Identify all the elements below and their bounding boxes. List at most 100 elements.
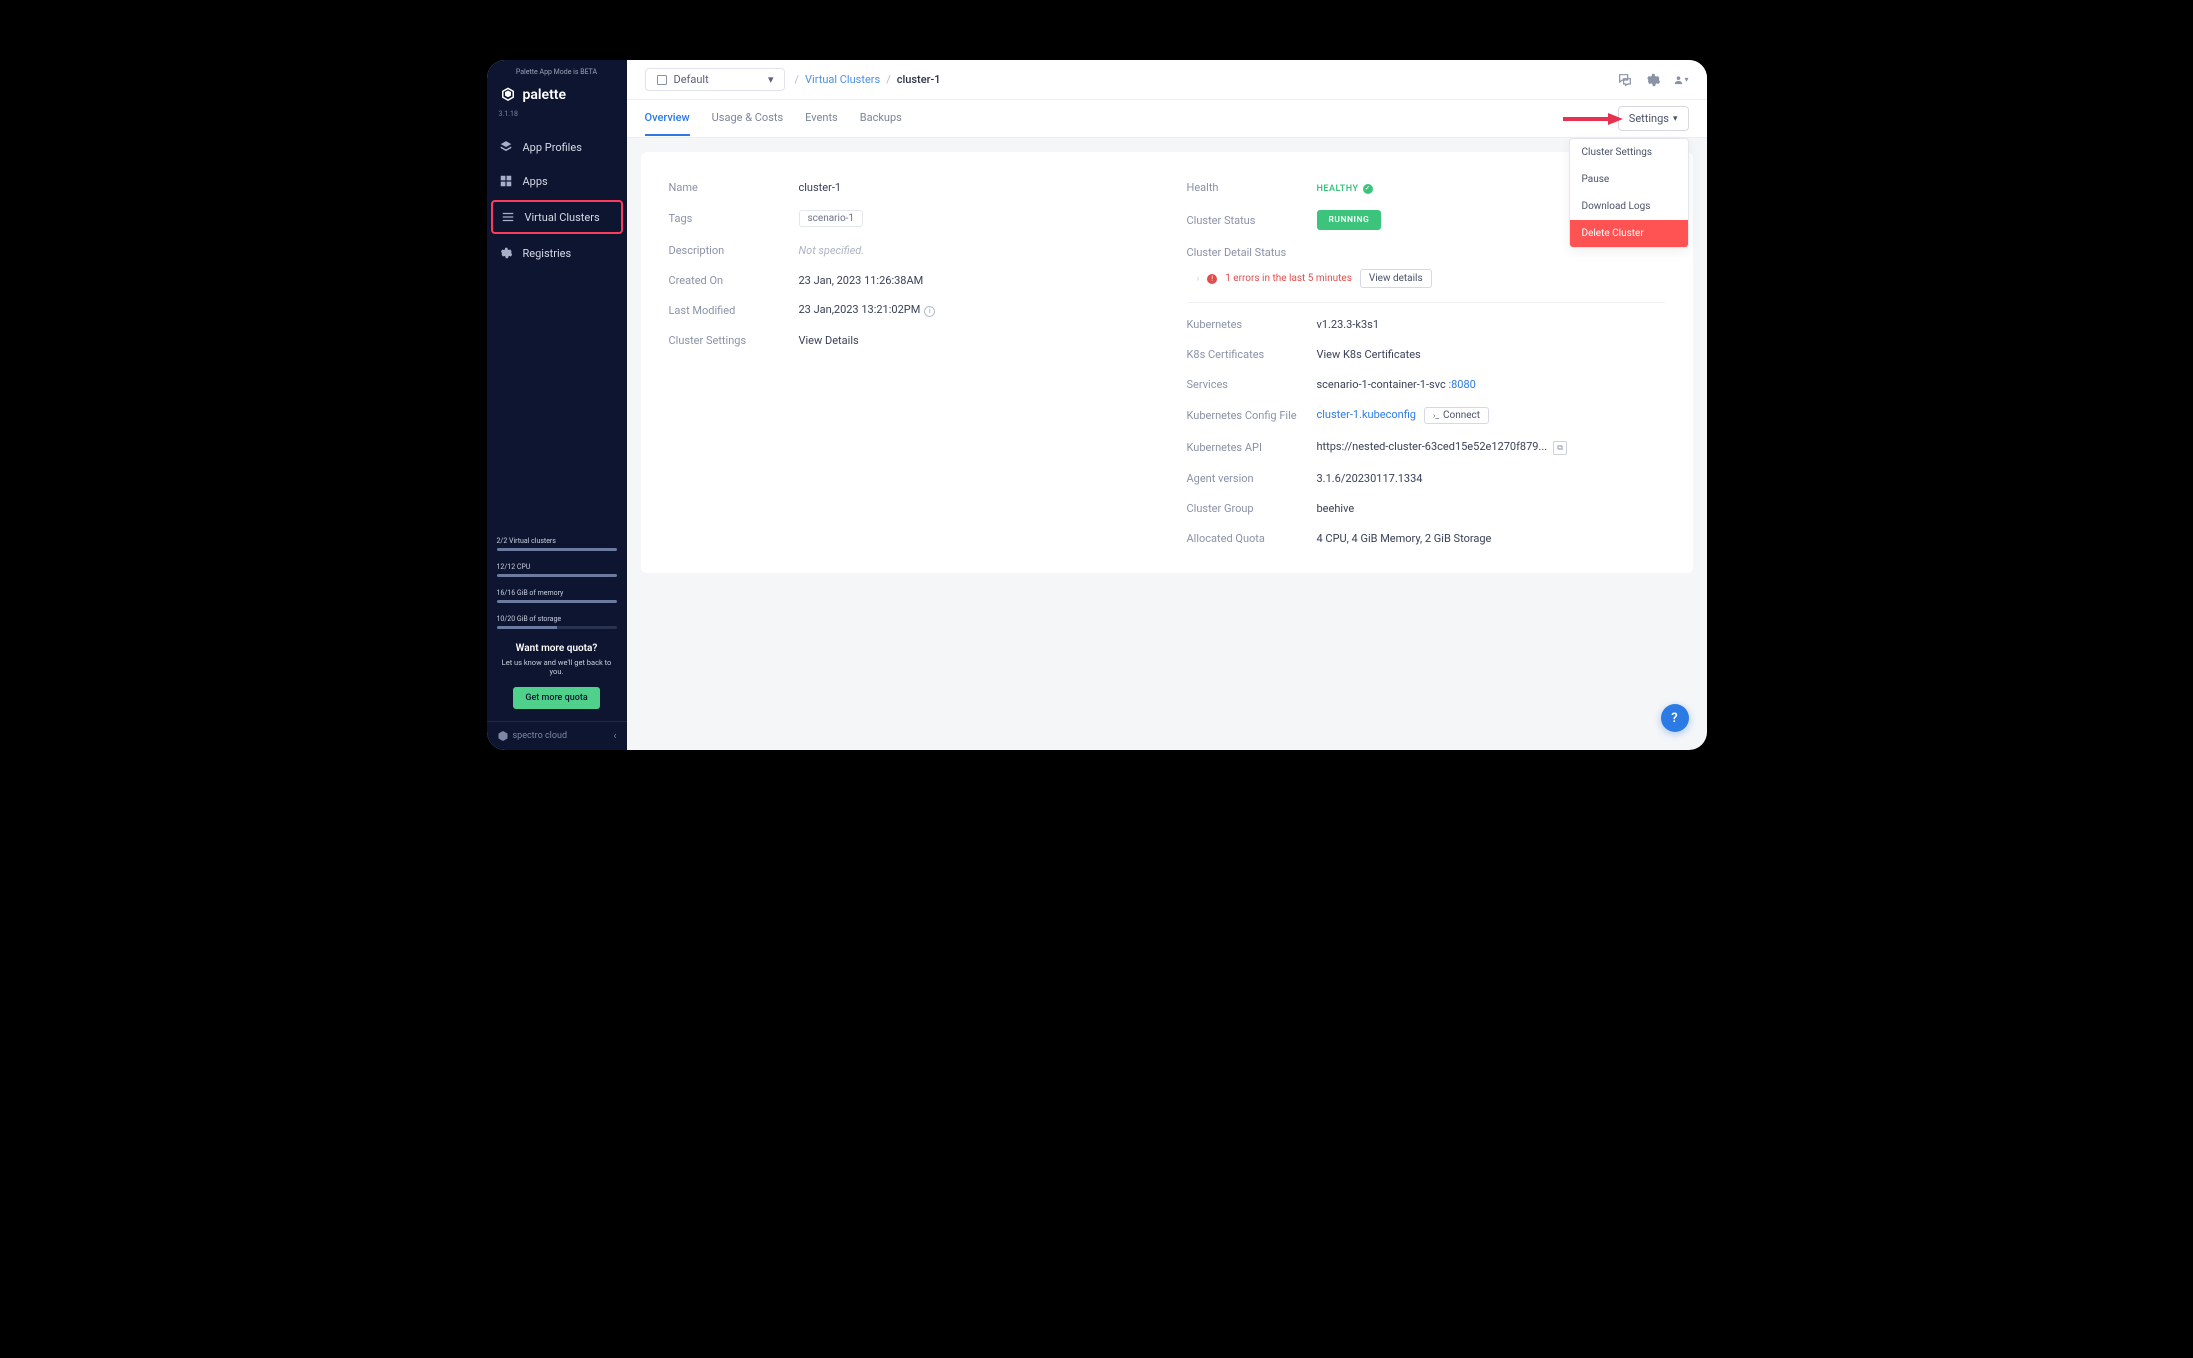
k8s-certs-link[interactable]: View K8s Certificates (1317, 348, 1665, 361)
nav-label: Registries (523, 247, 572, 260)
quota-bar (497, 600, 617, 603)
menu-download-logs[interactable]: Download Logs (1570, 193, 1688, 220)
breadcrumb: / Virtual Clusters / cluster-1 (795, 73, 941, 86)
field-key: Last Modified (669, 304, 799, 317)
error-row: › ! 1 errors in the last 5 minutes View … (1187, 263, 1665, 303)
topbar-icons: ▾ (1617, 72, 1689, 88)
cluster-name: cluster-1 (799, 181, 1147, 194)
company-label: spectro cloud (497, 730, 568, 742)
sidebar: Palette App Mode is BETA palette 3.1.18 … (487, 60, 627, 750)
k8s-version: v1.23.3-k3s1 (1317, 318, 1665, 331)
tabs-row: Overview Usage & Costs Events Backups Se… (627, 100, 1707, 138)
menu-delete-cluster[interactable]: Delete Cluster (1570, 220, 1688, 247)
connect-button[interactable]: ›_Connect (1424, 407, 1489, 424)
breadcrumb-current: cluster-1 (897, 73, 941, 86)
health-badge: HEALTHY✓ (1317, 184, 1373, 194)
quota-bar (497, 574, 617, 577)
quota-bar (497, 626, 617, 629)
project-name: Default (674, 73, 709, 86)
logo[interactable]: palette (487, 80, 627, 110)
gear-icon[interactable] (1645, 72, 1661, 88)
menu-pause[interactable]: Pause (1570, 166, 1688, 193)
created-on: 23 Jan, 2023 11:26:38AM (799, 274, 1147, 287)
nav-label: Virtual Clusters (525, 211, 600, 224)
view-details-button[interactable]: View details (1360, 269, 1432, 288)
quota-item: 16/16 GiB of memory (487, 583, 627, 609)
kubeconfig-link[interactable]: cluster-1.kubeconfig (1317, 408, 1416, 421)
get-more-quota-button[interactable]: Get more quota (513, 687, 599, 709)
info-icon[interactable]: i (924, 306, 935, 317)
field-key: Created On (669, 274, 799, 287)
collapse-sidebar-button[interactable]: ‹ (613, 731, 616, 742)
cluster-group: beehive (1317, 502, 1665, 515)
nav-app-profiles[interactable]: App Profiles (487, 130, 627, 164)
user-icon[interactable]: ▾ (1673, 72, 1689, 88)
kubeconfig: cluster-1.kubeconfig ›_Connect (1317, 407, 1665, 424)
nav-apps[interactable]: Apps (487, 164, 627, 198)
service-port-link[interactable]: :8080 (1448, 378, 1475, 391)
gear-icon (499, 246, 513, 260)
field-key: K8s Certificates (1187, 348, 1317, 361)
tab-backups[interactable]: Backups (860, 101, 902, 136)
sidebar-footer: spectro cloud ‹ (487, 721, 627, 750)
tab-events[interactable]: Events (805, 101, 838, 136)
description: Not specified. (799, 244, 1147, 257)
copy-icon[interactable]: ⧉ (1553, 441, 1567, 455)
field-key: Tags (669, 212, 799, 225)
project-select[interactable]: Default ▾ (645, 68, 785, 91)
layers-icon (499, 140, 513, 154)
quota-label: 2/2 Virtual clusters (497, 537, 617, 545)
menu-cluster-settings[interactable]: Cluster Settings (1570, 139, 1688, 166)
quota-cta: Want more quota? Let us know and we'll g… (487, 635, 627, 722)
grid-icon (499, 174, 513, 188)
settings-button[interactable]: Settings ▾ (1618, 106, 1689, 131)
chat-icon[interactable] (1617, 72, 1633, 88)
tab-overview[interactable]: Overview (645, 101, 690, 136)
breadcrumb-parent[interactable]: Virtual Clusters (805, 73, 880, 86)
services: scenario-1-container-1-svc :8080 (1317, 378, 1665, 391)
tag-badge: scenario-1 (799, 210, 864, 227)
chevron-right-icon[interactable]: › (1197, 274, 1200, 284)
main: Default ▾ / Virtual Clusters / cluster-1… (627, 60, 1707, 750)
tabs: Overview Usage & Costs Events Backups (645, 101, 902, 136)
status-badge: RUNNING (1317, 210, 1382, 230)
last-modified: 23 Jan,2023 13:21:02PMi (799, 303, 1147, 317)
settings-menu: Cluster Settings Pause Download Logs Del… (1569, 138, 1689, 248)
arrow-annotation (1563, 112, 1623, 126)
field-key: Cluster Group (1187, 502, 1317, 515)
quota-item: 2/2 Virtual clusters (487, 531, 627, 557)
nav-registries[interactable]: Registries (487, 236, 627, 270)
view-details-link[interactable]: View Details (799, 334, 1147, 347)
check-icon: ✓ (1363, 184, 1373, 194)
field-key: Services (1187, 378, 1317, 391)
quota-list: 2/2 Virtual clusters 12/12 CPU 16/16 GiB o… (487, 531, 627, 635)
tab-usage[interactable]: Usage & Costs (712, 101, 784, 136)
field-key: Agent version (1187, 472, 1317, 485)
beta-label: Palette App Mode is BETA (487, 68, 627, 76)
spectro-icon (497, 730, 509, 742)
nav: App Profiles Apps Virtual Clusters Regis… (487, 130, 627, 270)
topbar: Default ▾ / Virtual Clusters / cluster-1… (627, 60, 1707, 100)
nav-label: Apps (523, 175, 548, 188)
content: Namecluster-1 Tagsscenario-1 Description… (627, 138, 1707, 750)
help-button[interactable]: ? (1661, 704, 1689, 732)
quota-label: 10/20 GiB of storage (497, 615, 617, 623)
brand-name: palette (523, 87, 567, 103)
field-key: Name (669, 181, 799, 194)
field-key: Cluster Status (1187, 214, 1317, 227)
overview-card: Namecluster-1 Tagsscenario-1 Description… (641, 152, 1693, 573)
terminal-icon: ›_ (1433, 411, 1439, 420)
quota-cta-sub: Let us know and we'll get back to you. (497, 658, 617, 678)
field-key: Cluster Settings (669, 334, 799, 347)
error-icon: ! (1207, 274, 1217, 284)
version-label: 3.1.18 (487, 110, 627, 130)
error-msg: 1 errors in the last 5 minutes (1225, 273, 1352, 284)
field-key: Health (1187, 181, 1317, 194)
left-col: Namecluster-1 Tagsscenario-1 Description… (669, 172, 1147, 553)
k8s-api: https://nested-cluster-63ced15e52e1270f8… (1317, 440, 1665, 455)
quota-bar (497, 548, 617, 551)
field-key: Kubernetes (1187, 318, 1317, 331)
nav-virtual-clusters[interactable]: Virtual Clusters (491, 200, 623, 234)
quota-item: 12/12 CPU (487, 557, 627, 583)
quota-label: 16/16 GiB of memory (497, 589, 617, 597)
